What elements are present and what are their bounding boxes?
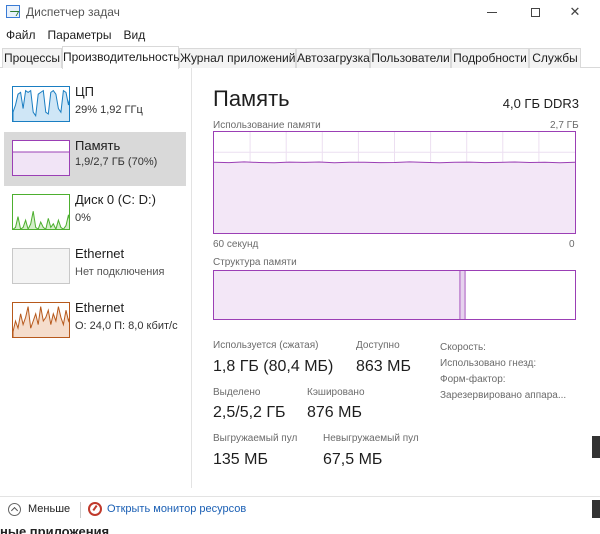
memory-in-use-segment bbox=[214, 271, 460, 319]
menu-options[interactable]: Параметры bbox=[42, 26, 118, 44]
fewer-details-link[interactable]: Меньше bbox=[28, 503, 70, 515]
tab-users[interactable]: Пользователи bbox=[370, 48, 451, 68]
ethernet-2-thumbnail bbox=[12, 302, 70, 338]
cpu-mini-graph-area bbox=[13, 89, 69, 121]
available-value: 863 МБ bbox=[356, 358, 411, 375]
memory-mini-graph-area bbox=[13, 152, 69, 175]
in-use-value: 1,8 ГБ (80,4 МБ) bbox=[213, 358, 334, 375]
paged-pool-label: Выгружаемый пул bbox=[213, 433, 298, 444]
committed-label: Выделено bbox=[213, 387, 261, 398]
cpu-thumbnail bbox=[12, 86, 70, 122]
disk-name: Диск 0 (C: D:) bbox=[75, 192, 156, 207]
hardware-reserved-label: Зарезервировано аппара... bbox=[440, 390, 567, 401]
sidebar-item-cpu[interactable]: ЦП 29% 1,92 ГГц bbox=[4, 84, 186, 138]
task-manager-window: Диспетчер задач ✕ Файл Параметры Вид Про… bbox=[0, 0, 600, 534]
nonpaged-pool-label: Невыгружаемый пул bbox=[323, 433, 419, 444]
ethernet-2-name: Ethernet bbox=[75, 300, 125, 315]
speed-label: Скорость: bbox=[440, 342, 486, 353]
maximize-icon bbox=[530, 7, 540, 17]
window-title: Диспетчер задач bbox=[26, 5, 120, 19]
cached-value: 876 МБ bbox=[307, 404, 362, 421]
ethernet-1-detail: Нет подключения bbox=[75, 266, 165, 278]
menu-bar: Файл Параметры Вид bbox=[0, 26, 151, 44]
footer-bar: Меньше Открыть монитор ресурсов bbox=[0, 496, 600, 524]
tab-processes[interactable]: Процессы bbox=[2, 48, 62, 68]
footer-divider bbox=[80, 502, 81, 518]
memory-structure-label: Структура памяти bbox=[213, 257, 297, 268]
form-factor-label: Форм-фактор: bbox=[440, 374, 506, 385]
cpu-detail: 29% 1,92 ГГц bbox=[75, 104, 143, 116]
memory-modified-segment bbox=[461, 271, 464, 319]
ethernet-2-mini-graph bbox=[13, 306, 69, 337]
ethernet-1-thumbnail bbox=[12, 248, 70, 284]
memory-spec: 4,0 ГБ DDR3 bbox=[502, 96, 579, 111]
memory-name: Память bbox=[75, 138, 121, 153]
tab-startup[interactable]: Автозагрузка bbox=[296, 48, 370, 68]
sidebar-item-disk[interactable]: Диск 0 (C: D:) 0% bbox=[4, 192, 186, 246]
memory-usage-graph bbox=[213, 131, 576, 234]
menu-view[interactable]: Вид bbox=[117, 26, 151, 44]
memory-detail: 1,9/2,7 ГБ (70%) bbox=[75, 156, 158, 168]
sidebar-item-memory[interactable]: Память 1,9/2,7 ГБ (70%) bbox=[4, 132, 186, 186]
nonpaged-pool-value: 67,5 МБ bbox=[323, 451, 383, 468]
tab-performance[interactable]: Производительность bbox=[62, 46, 179, 69]
disk-mini-graph-area bbox=[13, 211, 69, 229]
memory-usage-area bbox=[214, 161, 575, 233]
slots-used-label: Использовано гнезд: bbox=[440, 358, 537, 369]
task-manager-icon bbox=[6, 5, 20, 18]
tab-bar: Процессы Производительность Журнал прило… bbox=[0, 46, 600, 69]
available-label: Доступно bbox=[356, 340, 400, 351]
background-scrollbar-lower bbox=[592, 500, 600, 518]
time-axis-left: 60 секунд bbox=[213, 239, 259, 250]
sidebar-item-ethernet-1[interactable]: Ethernet Нет подключения bbox=[4, 246, 186, 300]
memory-usage-label: Использование памяти bbox=[213, 120, 321, 131]
disk-mini-graph bbox=[13, 211, 69, 229]
committed-value: 2,5/5,2 ГБ bbox=[213, 404, 286, 421]
menu-file[interactable]: Файл bbox=[0, 26, 42, 44]
memory-usage-graph-svg bbox=[214, 132, 575, 233]
cpu-name: ЦП bbox=[75, 84, 94, 99]
background-window-text: ные приложения bbox=[0, 524, 110, 534]
ethernet-2-detail: О: 24,0 П: 8,0 кбит/с bbox=[75, 320, 178, 332]
time-axis-right: 0 bbox=[569, 239, 575, 250]
chevron-up-icon[interactable] bbox=[8, 503, 21, 516]
in-use-label: Используется (сжатая) bbox=[213, 340, 319, 351]
tab-app-history[interactable]: Журнал приложений bbox=[179, 48, 296, 68]
close-button[interactable]: ✕ bbox=[560, 2, 590, 22]
memory-title: Память bbox=[213, 86, 290, 111]
title-bar: Диспетчер задач ✕ bbox=[0, 0, 600, 24]
open-resource-monitor-link[interactable]: Открыть монитор ресурсов bbox=[107, 503, 246, 515]
memory-usage-line bbox=[214, 161, 575, 164]
paged-pool-value: 135 МБ bbox=[213, 451, 268, 468]
resource-list: ЦП 29% 1,92 ГГц Память 1,9/2,7 ГБ (70%) … bbox=[0, 68, 192, 488]
memory-structure-bar bbox=[213, 270, 576, 320]
disk-detail: 0% bbox=[75, 212, 91, 224]
ethernet-2-mini-graph-area bbox=[13, 306, 69, 337]
ethernet-1-name: Ethernet bbox=[75, 246, 125, 261]
background-scrollbar bbox=[592, 436, 600, 458]
memory-details-pane: Память 4,0 ГБ DDR3 Использование памяти … bbox=[193, 68, 600, 488]
cpu-mini-graph bbox=[13, 89, 69, 121]
sidebar-item-ethernet-2[interactable]: Ethernet О: 24,0 П: 8,0 кбит/с bbox=[4, 300, 186, 354]
maximize-button[interactable] bbox=[520, 2, 550, 22]
memory-mini-graph bbox=[13, 151, 69, 175]
resource-monitor-icon[interactable] bbox=[88, 502, 102, 516]
minimize-button[interactable] bbox=[477, 2, 507, 22]
tab-services[interactable]: Службы bbox=[529, 48, 581, 68]
tab-details[interactable]: Подробности bbox=[451, 48, 529, 68]
disk-thumbnail bbox=[12, 194, 70, 230]
close-icon: ✕ bbox=[569, 4, 581, 19]
memory-thumbnail bbox=[12, 140, 70, 176]
memory-structure-svg bbox=[214, 271, 466, 319]
memory-usage-max: 2,7 ГБ bbox=[550, 120, 579, 131]
minimize-icon bbox=[487, 11, 497, 13]
cached-label: Кэшировано bbox=[307, 387, 365, 398]
